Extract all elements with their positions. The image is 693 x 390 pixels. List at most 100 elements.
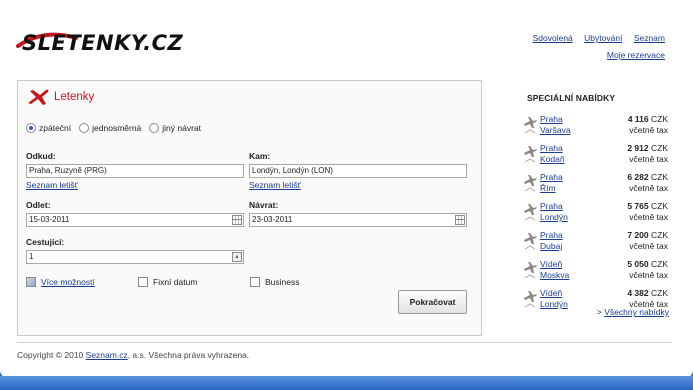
offer-item[interactable]: Praha Kodaň 2 912 CZK včetně tax: [520, 143, 672, 167]
offer-tax: včetně tax: [629, 125, 668, 135]
radio-dot[interactable]: [149, 123, 160, 133]
footer: Copyright © 2010 Seznam.cz, a.s. Všechna…: [17, 350, 249, 360]
panel-title-text: Letenky: [54, 91, 95, 103]
radio-one-way[interactable]: jednosměrná: [79, 123, 141, 133]
offer-from[interactable]: Praha: [540, 230, 563, 241]
seznam-link[interactable]: Seznam.cz: [86, 350, 128, 360]
radio-label: jiný návrat: [162, 123, 202, 133]
from-airport-list-link[interactable]: Seznam letišť: [26, 180, 244, 190]
page: SLETENKY.CZ Sdovolená Ubytování Seznam M…: [0, 0, 693, 378]
to-input[interactable]: Londýn, Londýn (LON): [249, 164, 467, 178]
flight-search-panel: Letenky zpáteční jednosměrná jiný návrat…: [17, 80, 482, 336]
return-date-input[interactable]: 23-03-2011: [249, 213, 467, 227]
all-offers-link[interactable]: Všechny nabídky: [604, 307, 669, 317]
offer-item[interactable]: Vídeň Moskva 5 050 CZK včetně tax: [520, 259, 672, 283]
depart-label: Odlet:: [26, 200, 51, 210]
offer-from[interactable]: Praha: [540, 172, 563, 183]
to-field: Kam: Londýn, Londýn (LON) Seznam letišť: [249, 151, 467, 190]
offer-currency: CZK: [651, 114, 668, 124]
to-airport-list-link[interactable]: Seznam letišť: [249, 180, 467, 190]
offer-currency: CZK: [651, 259, 668, 269]
background-band: [0, 376, 693, 390]
radio-dot[interactable]: [26, 123, 36, 133]
depart-field: Odlet: 15-03-2011: [26, 200, 244, 227]
offer-currency: CZK: [651, 172, 668, 182]
depart-date-input[interactable]: 15-03-2011: [26, 213, 244, 227]
offer-price: 4 116: [627, 114, 649, 124]
offer-tax: včetně tax: [629, 154, 668, 164]
all-offers-arrow: >: [596, 307, 602, 317]
offer-to[interactable]: Moskva: [540, 270, 569, 281]
offer-from[interactable]: Vídeň: [540, 259, 569, 270]
more-options-link[interactable]: Více možností: [41, 277, 95, 287]
checkbox-box[interactable]: [250, 277, 260, 287]
flight-route-icon: [524, 233, 537, 250]
to-label: Kam:: [249, 151, 271, 161]
offer-price: 4 382: [627, 288, 649, 298]
business-checkbox[interactable]: Business: [250, 277, 300, 287]
offer-from[interactable]: Praha: [540, 114, 571, 125]
passengers-field: Cestující: 1 ▴: [26, 237, 244, 264]
radio-round-trip[interactable]: zpáteční: [26, 123, 71, 133]
offer-to[interactable]: Řím: [540, 183, 563, 194]
radio-dot[interactable]: [79, 123, 90, 133]
link-ubytovani[interactable]: Ubytování: [584, 33, 622, 43]
svg-text:SLETENKY.CZ: SLETENKY.CZ: [22, 31, 183, 55]
offer-item[interactable]: Praha Londýn 5 765 CZK včetně tax: [520, 201, 672, 225]
continue-button[interactable]: Pokračovat: [398, 290, 467, 314]
return-date-value: 23-03-2011: [252, 215, 293, 224]
flight-route-icon: [524, 291, 537, 308]
footer-divider: [17, 342, 672, 343]
calendar-icon[interactable]: [455, 215, 465, 225]
offer-to[interactable]: Londýn: [540, 299, 568, 310]
offer-to[interactable]: Varšava: [540, 125, 571, 136]
offer-from[interactable]: Praha: [540, 143, 565, 154]
link-seznam[interactable]: Seznam: [634, 33, 665, 43]
offer-price: 6 282: [627, 172, 649, 182]
passengers-value: 1: [29, 252, 34, 261]
expand-icon[interactable]: [26, 277, 36, 287]
offer-to[interactable]: Dubaj: [540, 241, 563, 252]
checkbox-box[interactable]: [138, 277, 148, 287]
logo-graphic: SLETENKY.CZ: [16, 31, 183, 55]
offer-price: 7 200: [627, 230, 649, 240]
offer-tax: včetně tax: [629, 241, 668, 251]
trip-type-group: zpáteční jednosměrná jiný návrat: [26, 123, 209, 133]
radio-other-return[interactable]: jiný návrat: [149, 123, 201, 133]
offer-from[interactable]: Praha: [540, 201, 568, 212]
airplane-icon: [28, 89, 49, 105]
passengers-input[interactable]: 1 ▴: [26, 250, 244, 264]
flight-route-icon: [524, 175, 537, 192]
business-label: Business: [265, 277, 300, 287]
offer-item[interactable]: Praha Řím 6 282 CZK včetně tax: [520, 172, 672, 196]
copyright-text: Copyright © 2010: [17, 350, 84, 360]
flight-route-icon: [524, 262, 537, 279]
offer-price: 5 765: [627, 201, 649, 211]
logo[interactable]: SLETENKY.CZ: [16, 26, 212, 60]
fixed-date-label: Fixní datum: [153, 277, 198, 287]
calendar-icon[interactable]: [232, 215, 242, 225]
from-field: Odkud: Praha, Ruzyně (PRG) Seznam letišť: [26, 151, 244, 190]
more-options[interactable]: Více možností: [26, 277, 95, 287]
offer-from[interactable]: Vídeň: [540, 288, 568, 299]
my-reservations-link[interactable]: Moje rezervace: [607, 50, 665, 60]
flight-route-icon: [524, 204, 537, 221]
panel-title: Letenky: [26, 87, 94, 107]
offer-item[interactable]: Praha Dubaj 7 200 CZK včetně tax: [520, 230, 672, 254]
flight-route-icon: [524, 117, 537, 134]
offer-currency: CZK: [651, 201, 668, 211]
offer-item[interactable]: Praha Varšava 4 116 CZK včetně tax: [520, 114, 672, 138]
fixed-date-checkbox[interactable]: Fixní datum: [138, 277, 197, 287]
copyright-suffix: , a.s. Všechna práva vyhrazena.: [127, 350, 250, 360]
passengers-picker-icon[interactable]: ▴: [232, 252, 242, 262]
offer-price: 5 050: [627, 259, 649, 269]
offer-tax: včetně tax: [629, 183, 668, 193]
depart-date-value: 15-03-2011: [29, 215, 70, 224]
passengers-label: Cestující:: [26, 237, 65, 247]
link-dovolena[interactable]: Sdovolená: [533, 33, 573, 43]
from-input[interactable]: Praha, Ruzyně (PRG): [26, 164, 244, 178]
offer-to[interactable]: Kodaň: [540, 154, 565, 165]
offer-tax: včetně tax: [629, 270, 668, 280]
special-offers: SPECIÁLNÍ NABÍDKY Praha Varšava 4 116 CZK…: [520, 80, 672, 317]
offer-to[interactable]: Londýn: [540, 212, 568, 223]
